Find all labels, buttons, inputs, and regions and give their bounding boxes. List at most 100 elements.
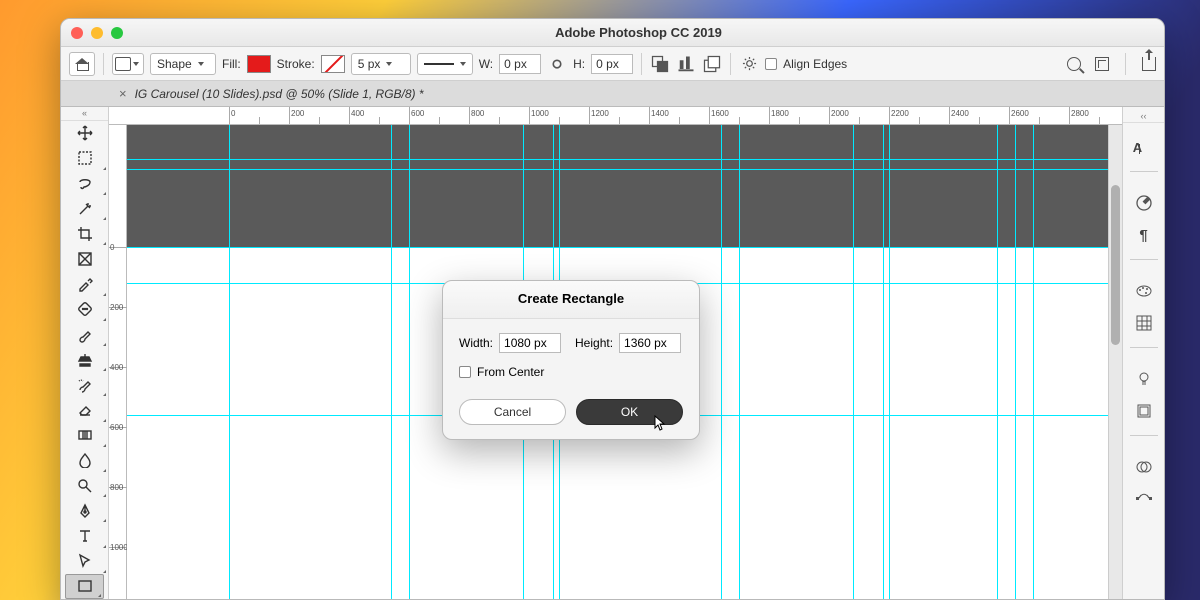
mode-dropdown[interactable]: Shape (150, 53, 216, 75)
tools-panel: « (61, 107, 109, 599)
shape-options-gear-icon[interactable] (739, 54, 759, 74)
guide-vertical[interactable] (1033, 125, 1034, 599)
adjustments-panel-icon[interactable] (1134, 457, 1154, 477)
lasso-tool[interactable] (61, 171, 108, 196)
ok-button[interactable]: OK (576, 399, 683, 425)
clone-stamp-tool[interactable] (61, 347, 108, 372)
guide-vertical[interactable] (853, 125, 854, 599)
healing-brush-tool[interactable] (61, 297, 108, 322)
home-button[interactable] (69, 52, 95, 76)
blur-tool[interactable] (61, 448, 108, 473)
align-edges-checkbox[interactable] (765, 58, 777, 70)
cancel-button[interactable]: Cancel (459, 399, 566, 425)
chevron-down-icon (386, 62, 392, 66)
close-window-button[interactable] (71, 27, 83, 39)
guide-horizontal[interactable] (127, 169, 1108, 170)
dodge-tool[interactable] (61, 473, 108, 498)
stroke-width-value: 5 px (358, 57, 381, 71)
guide-vertical[interactable] (721, 125, 722, 599)
stroke-label: Stroke: (277, 57, 315, 71)
guide-vertical[interactable] (409, 125, 410, 599)
chevron-down-icon (133, 62, 139, 66)
libraries-panel-icon[interactable] (1134, 401, 1154, 421)
stroke-color-swatch[interactable] (321, 55, 345, 73)
workspace-switcher-icon[interactable] (1095, 57, 1109, 71)
magic-wand-tool[interactable] (61, 196, 108, 221)
swatches-panel-icon[interactable] (1134, 281, 1154, 301)
link-wh-icon[interactable] (547, 54, 567, 74)
properties-panel-icon[interactable] (1134, 313, 1154, 333)
from-center-label: From Center (477, 365, 544, 379)
scrollbar-thumb[interactable] (1111, 185, 1120, 345)
move-tool[interactable] (61, 121, 108, 146)
guide-vertical[interactable] (889, 125, 890, 599)
close-tab-icon[interactable]: × (119, 86, 127, 101)
titlebar: Adobe Photoshop CC 2019 (61, 19, 1164, 47)
eyedropper-tool[interactable] (61, 272, 108, 297)
stroke-width-dropdown[interactable]: 5 px (351, 53, 411, 75)
minimize-window-button[interactable] (91, 27, 103, 39)
home-icon (75, 58, 89, 70)
guide-horizontal[interactable] (127, 159, 1108, 160)
dialog-height-label: Height: (575, 336, 613, 350)
guide-vertical[interactable] (229, 125, 230, 599)
path-alignment-icon[interactable] (676, 54, 696, 74)
brush-tool[interactable] (61, 322, 108, 347)
guide-vertical[interactable] (739, 125, 740, 599)
right-panels-dock: ‹‹ A ¶ (1122, 107, 1164, 599)
guide-vertical[interactable] (1015, 125, 1016, 599)
type-tool[interactable] (61, 523, 108, 548)
vertical-scrollbar[interactable] (1108, 125, 1122, 599)
mode-label: Shape (157, 57, 192, 71)
document-tab-bar: × IG Carousel (10 Slides).psd @ 50% (Sli… (61, 81, 1164, 107)
learn-panel-icon[interactable] (1134, 369, 1154, 389)
window-title: Adobe Photoshop CC 2019 (123, 25, 1154, 40)
frame-tool[interactable] (61, 246, 108, 271)
tool-preset-picker[interactable] (112, 53, 144, 75)
document-tab[interactable]: × IG Carousel (10 Slides).psd @ 50% (Sli… (107, 81, 436, 107)
dialog-height-input[interactable]: 1360 px (619, 333, 681, 353)
dialog-width-label: Width: (459, 336, 493, 350)
tools-collapse-icon[interactable]: « (61, 107, 108, 121)
marquee-tool[interactable] (61, 146, 108, 171)
width-input[interactable]: 0 px (499, 54, 541, 74)
color-wheel-panel-icon[interactable] (1134, 193, 1154, 213)
guide-vertical[interactable] (997, 125, 998, 599)
maximize-window-button[interactable] (111, 27, 123, 39)
path-arrangement-icon[interactable] (702, 54, 722, 74)
path-selection-tool[interactable] (61, 549, 108, 574)
ruler-horizontal[interactable]: 0200400600800100012001400160018002000220… (109, 107, 1122, 125)
paths-panel-icon[interactable] (1134, 489, 1154, 509)
guide-vertical[interactable] (883, 125, 884, 599)
window-controls (71, 27, 123, 39)
crop-tool[interactable] (61, 221, 108, 246)
dialog-width-input[interactable]: 1080 px (499, 333, 561, 353)
height-label: H: (573, 57, 585, 71)
ruler-vertical[interactable]: 0200400600800100012001400 (109, 125, 127, 599)
chevron-down-icon (460, 62, 466, 66)
paragraph-panel-icon[interactable]: ¶ (1134, 225, 1154, 245)
panels-collapse-icon[interactable]: ‹‹ (1123, 111, 1164, 123)
cursor-icon (654, 415, 666, 431)
dialog-title: Create Rectangle (443, 281, 699, 319)
stroke-style-dropdown[interactable] (417, 53, 473, 75)
history-brush-tool[interactable] (61, 372, 108, 397)
path-operations-icon[interactable] (650, 54, 670, 74)
from-center-checkbox[interactable] (459, 366, 471, 378)
guide-horizontal[interactable] (127, 247, 1108, 248)
rectangle-tool[interactable] (65, 574, 104, 599)
fill-label: Fill: (222, 57, 241, 71)
height-input[interactable]: 0 px (591, 54, 633, 74)
width-label: W: (479, 57, 493, 71)
gradient-tool[interactable] (61, 423, 108, 448)
pen-tool[interactable] (61, 498, 108, 523)
options-bar: Shape Fill: Stroke: 5 px W: 0 px H: 0 px… (61, 47, 1164, 81)
share-icon[interactable] (1142, 57, 1156, 71)
eraser-tool[interactable] (61, 397, 108, 422)
guide-vertical[interactable] (391, 125, 392, 599)
search-icon[interactable] (1067, 57, 1081, 71)
align-edges-label: Align Edges (783, 57, 847, 71)
character-panel-icon[interactable]: A (1128, 137, 1148, 157)
fill-color-swatch[interactable] (247, 55, 271, 73)
document-tab-title: IG Carousel (10 Slides).psd @ 50% (Slide… (135, 87, 424, 101)
